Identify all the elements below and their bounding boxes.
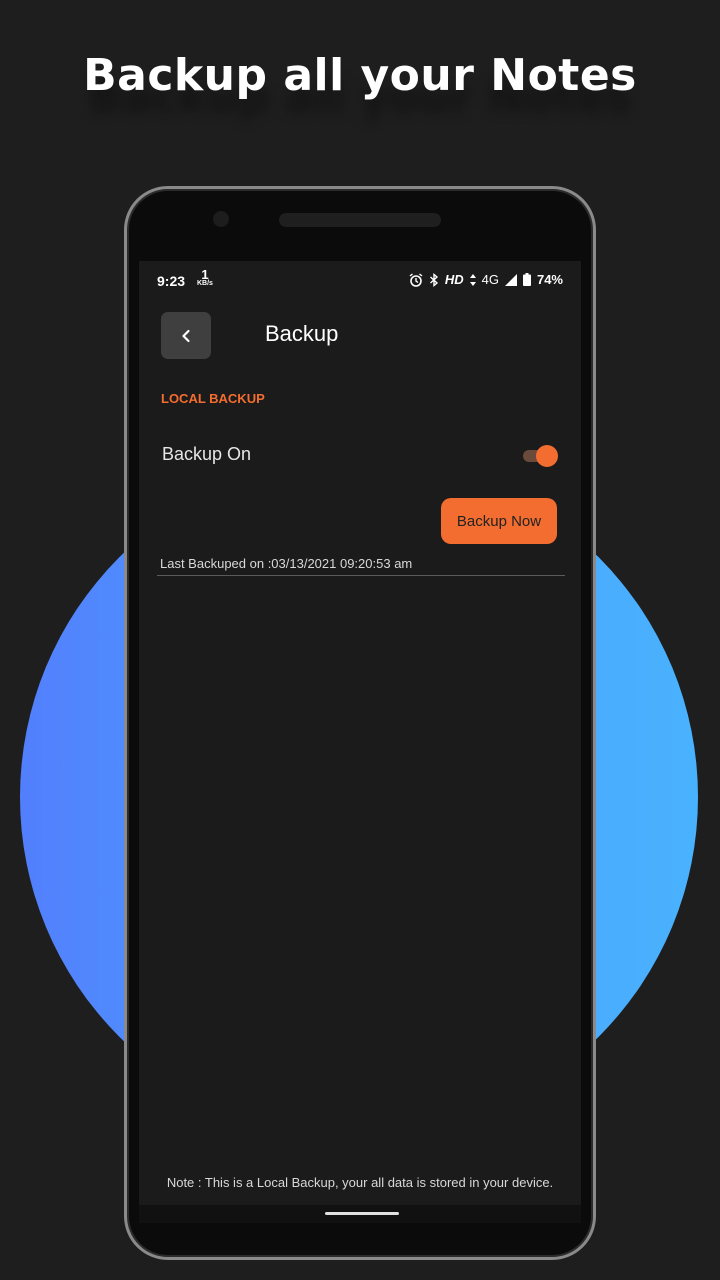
home-indicator[interactable]	[325, 1212, 399, 1215]
chevron-left-icon	[182, 329, 190, 342]
app-screen: 9:23 1 KB/s HD 4G 74% Backup LOCAL BACKU…	[139, 261, 581, 1221]
earpiece-speaker	[279, 213, 441, 227]
backup-on-label: Backup On	[162, 444, 252, 464]
page-title: Backup	[265, 321, 339, 346]
front-camera	[213, 211, 229, 227]
promo-headline: Backup all your Notes	[83, 50, 637, 101]
signal-icon	[504, 273, 517, 286]
data-arrows-icon	[469, 273, 476, 286]
status-time: 9:23	[157, 273, 186, 289]
status-icons: HD 4G 74%	[409, 272, 563, 287]
alarm-icon	[409, 272, 423, 287]
network-type: 4G	[481, 272, 499, 287]
phone-frame: 9:23 1 KB/s HD 4G 74% Backup LOCAL BACKU…	[124, 186, 596, 1260]
backup-on-toggle[interactable]	[523, 445, 559, 467]
footer-note: Note : This is a Local Backup, your all …	[166, 1175, 554, 1190]
network-speed: 1 KB/s	[197, 268, 213, 288]
navigation-bar	[139, 1205, 581, 1223]
back-button[interactable]	[161, 312, 211, 359]
last-backup-text: Last Backuped on :03/13/2021 09:20:53 am	[160, 556, 413, 571]
backup-now-button[interactable]: Backup Now	[441, 498, 557, 544]
network-speed-unit: KB/s	[197, 280, 213, 287]
battery-icon	[522, 273, 531, 286]
status-bar: 9:23 1 KB/s HD 4G 74%	[139, 261, 581, 301]
toggle-knob	[536, 445, 558, 467]
section-header-local-backup: LOCAL BACKUP	[161, 391, 265, 406]
battery-percent: 74%	[536, 272, 563, 287]
divider	[157, 575, 565, 576]
network-hd: HD	[444, 272, 464, 287]
bluetooth-icon	[429, 272, 438, 287]
